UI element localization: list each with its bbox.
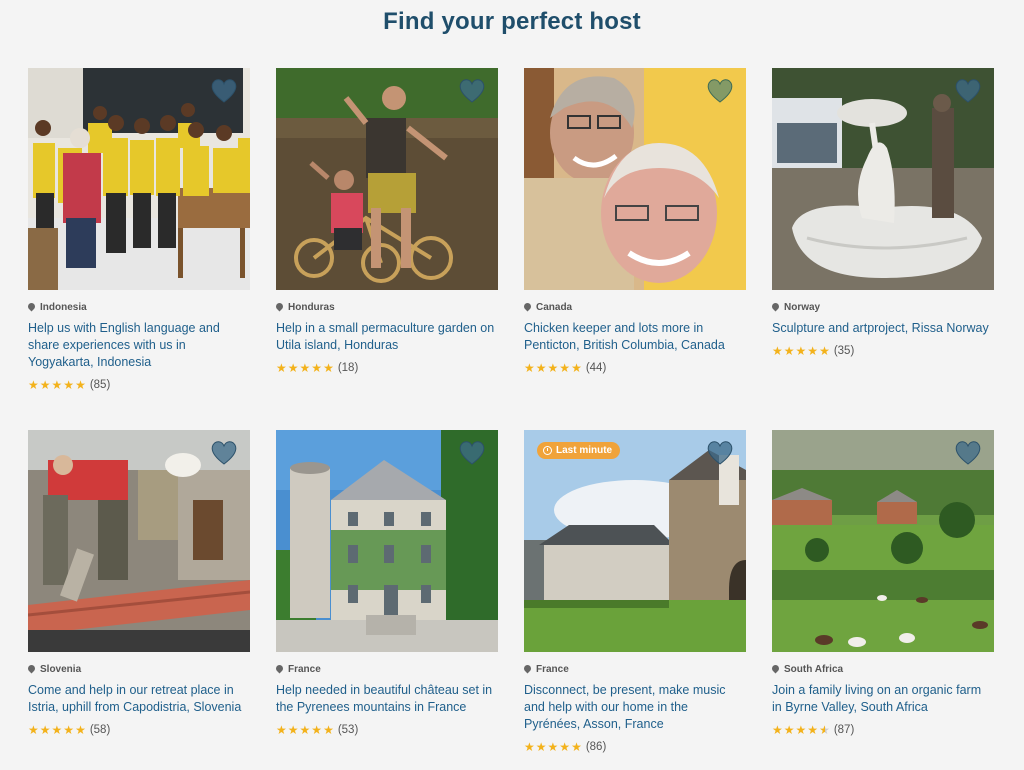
- review-count: (18): [337, 362, 359, 374]
- listing-title-link[interactable]: Help needed in beautiful château set in …: [276, 682, 498, 716]
- listing-rating: ★ ★ ★ ★ ★ (53): [276, 724, 498, 736]
- listing-photo[interactable]: [28, 68, 250, 290]
- listing-title-link[interactable]: Help us with English language and share …: [28, 320, 250, 371]
- listing-rating: ★ ★ ★ ★ ★ (86): [524, 741, 746, 753]
- listing-rating: ★ ★ ★ ★ ★ (58): [28, 724, 250, 736]
- listing-card[interactable]: France Help needed in beautiful château …: [274, 430, 498, 770]
- listing-rating: ★ ★ ★ ★ ★ (85): [28, 379, 250, 391]
- listing-location: Indonesia: [26, 301, 250, 313]
- star-rating-icon: ★ ★ ★ ★ ★: [772, 344, 830, 358]
- review-count: (53): [337, 724, 359, 736]
- listing-country: France: [536, 663, 569, 675]
- review-count: (87): [833, 724, 855, 736]
- listing-rating: ★ ★ ★ ★ ★ (44): [524, 362, 746, 374]
- listing-country: France: [288, 663, 321, 675]
- star-rating-icon: ★ ★ ★ ★ ★: [276, 361, 334, 375]
- listing-country: Honduras: [288, 301, 335, 313]
- review-count: (85): [89, 379, 111, 391]
- listing-photo[interactable]: [28, 430, 250, 652]
- listing-country: Slovenia: [40, 663, 82, 675]
- listing-location: France: [274, 663, 498, 675]
- map-pin-icon: [522, 663, 533, 674]
- listing-card[interactable]: Norway Sculpture and artproject, Rissa N…: [770, 68, 994, 430]
- star-rating-icon: ★ ★ ★ ★ ★: [28, 378, 86, 392]
- listing-location: Slovenia: [26, 663, 250, 675]
- badge-label: Last minute: [556, 445, 613, 456]
- star-rating-icon: ★ ★ ★ ★ ★: [524, 361, 582, 375]
- heart-icon[interactable]: [954, 78, 982, 104]
- listing-photo[interactable]: [772, 68, 994, 290]
- listing-rating: ★ ★ ★ ★ ★ (35): [772, 345, 994, 357]
- review-count: (86): [585, 741, 607, 753]
- listing-card[interactable]: South Africa Join a family living on an …: [770, 430, 994, 770]
- listing-title-link[interactable]: Disconnect, be present, make music and h…: [524, 682, 746, 733]
- listing-country: Norway: [784, 301, 821, 313]
- listing-title-link[interactable]: Come and help in our retreat place in Is…: [28, 682, 250, 716]
- heart-icon[interactable]: [706, 440, 734, 466]
- page-title: Find your perfect host: [383, 8, 641, 35]
- star-rating-icon: ★ ★ ★ ★ ★: [28, 723, 86, 737]
- heart-icon[interactable]: [210, 440, 238, 466]
- heart-icon[interactable]: [458, 78, 486, 104]
- listing-location: France: [522, 663, 746, 675]
- listing-photo[interactable]: Last minute: [524, 430, 746, 652]
- star-rating-icon: ★ ★ ★ ★ ★: [276, 723, 334, 737]
- listing-card[interactable]: Canada Chicken keeper and lots more in P…: [522, 68, 746, 430]
- listing-card[interactable]: Last minute France Disconnect, be presen…: [522, 430, 746, 770]
- listing-location: Norway: [770, 301, 994, 313]
- heart-icon[interactable]: [210, 78, 238, 104]
- listing-location: Honduras: [274, 301, 498, 313]
- review-count: (44): [585, 362, 607, 374]
- listing-photo[interactable]: [524, 68, 746, 290]
- listing-title-link[interactable]: Sculpture and artproject, Rissa Norway: [772, 320, 994, 337]
- review-count: (35): [833, 345, 855, 357]
- listing-country: Indonesia: [40, 301, 87, 313]
- listing-location: Canada: [522, 301, 746, 313]
- heart-icon[interactable]: [706, 78, 734, 104]
- heart-icon[interactable]: [458, 440, 486, 466]
- host-listing-grid: Indonesia Help us with English language …: [26, 68, 994, 770]
- listing-rating: ★ ★ ★ ★ ★ (87): [772, 724, 994, 736]
- star-rating-icon: ★ ★ ★ ★ ★: [524, 740, 582, 754]
- map-pin-icon: [274, 301, 285, 312]
- last-minute-badge: Last minute: [537, 442, 621, 459]
- review-count: (58): [89, 724, 111, 736]
- listing-photo[interactable]: [772, 430, 994, 652]
- star-rating-icon: ★ ★ ★ ★ ★: [772, 723, 830, 737]
- clock-icon: [543, 446, 552, 455]
- listing-card[interactable]: Indonesia Help us with English language …: [26, 68, 250, 430]
- map-pin-icon: [770, 301, 781, 312]
- map-pin-icon: [26, 301, 37, 312]
- listing-title-link[interactable]: Chicken keeper and lots more in Penticto…: [524, 320, 746, 354]
- listing-rating: ★ ★ ★ ★ ★ (18): [276, 362, 498, 374]
- listing-photo[interactable]: [276, 430, 498, 652]
- map-pin-icon: [522, 301, 533, 312]
- listing-title-link[interactable]: Join a family living on an organic farm …: [772, 682, 994, 716]
- listing-card[interactable]: Slovenia Come and help in our retreat pl…: [26, 430, 250, 770]
- heart-icon[interactable]: [954, 440, 982, 466]
- map-pin-icon: [770, 663, 781, 674]
- listing-country: South Africa: [784, 663, 844, 675]
- listing-country: Canada: [536, 301, 573, 313]
- map-pin-icon: [26, 663, 37, 674]
- listing-title-link[interactable]: Help in a small permaculture garden on U…: [276, 320, 498, 354]
- listing-photo[interactable]: [276, 68, 498, 290]
- listing-card[interactable]: Honduras Help in a small permaculture ga…: [274, 68, 498, 430]
- map-pin-icon: [274, 663, 285, 674]
- listing-location: South Africa: [770, 663, 994, 675]
